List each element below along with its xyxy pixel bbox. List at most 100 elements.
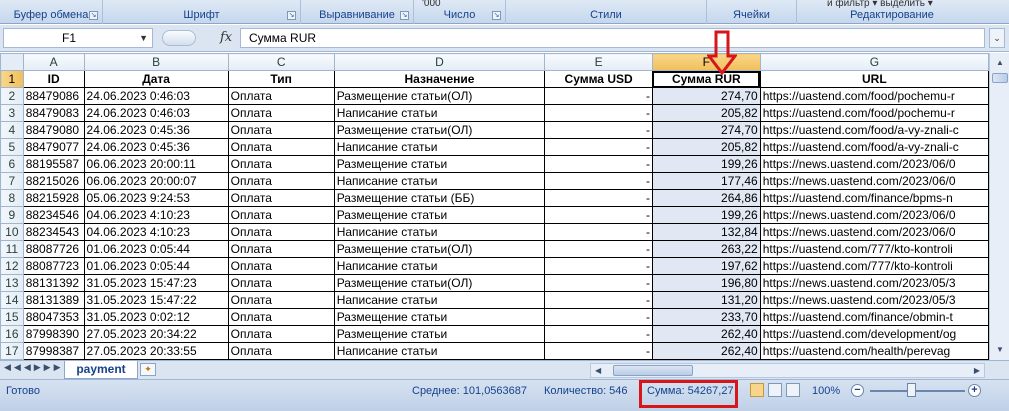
row-header[interactable]: 10 bbox=[0, 223, 24, 241]
table-cell[interactable]: https://uastend.com/finance/obmin-t bbox=[759, 308, 989, 326]
table-cell[interactable]: 27.05.2023 20:33:55 bbox=[83, 342, 229, 360]
table-cell[interactable]: https://news.uastend.com/2023/05/3 bbox=[759, 274, 989, 292]
header-cell[interactable]: ID bbox=[22, 70, 85, 88]
table-cell[interactable]: 01.06.2023 0:05:44 bbox=[83, 240, 229, 258]
table-cell[interactable]: https://news.uastend.com/2023/06/0 bbox=[759, 155, 989, 173]
table-cell[interactable]: 199,26 bbox=[651, 155, 761, 173]
table-cell[interactable]: - bbox=[544, 257, 653, 275]
insert-function-icon[interactable]: fx bbox=[220, 30, 232, 45]
row-header[interactable]: 7 bbox=[0, 172, 24, 190]
table-cell[interactable]: Оплата bbox=[227, 104, 335, 122]
table-cell[interactable]: - bbox=[544, 308, 653, 326]
header-cell[interactable]: Сумма USD bbox=[544, 70, 653, 88]
row-header[interactable]: 1 bbox=[0, 70, 24, 88]
sheet-tab-payment[interactable]: payment bbox=[64, 361, 138, 379]
table-cell[interactable]: Размещение статьи (ББ) bbox=[333, 189, 546, 207]
column-header[interactable]: B bbox=[83, 53, 229, 71]
table-cell[interactable]: Написание статьи bbox=[333, 104, 546, 122]
table-cell[interactable]: 88215026 bbox=[22, 172, 85, 190]
table-cell[interactable]: Написание статьи bbox=[333, 223, 546, 241]
table-cell[interactable]: Размещение статьи bbox=[333, 325, 546, 343]
row-header[interactable]: 17 bbox=[0, 342, 24, 360]
header-cell[interactable]: Дата bbox=[83, 70, 229, 88]
page-break-view-icon[interactable] bbox=[786, 383, 800, 397]
row-header[interactable]: 14 bbox=[0, 291, 24, 309]
row-header[interactable]: 15 bbox=[0, 308, 24, 326]
table-cell[interactable]: - bbox=[544, 138, 653, 156]
table-cell[interactable]: Оплата bbox=[227, 308, 335, 326]
table-cell[interactable]: 205,82 bbox=[651, 104, 761, 122]
table-cell[interactable]: 06.06.2023 20:00:11 bbox=[83, 155, 229, 173]
table-cell[interactable]: Написание статьи bbox=[333, 138, 546, 156]
table-cell[interactable]: https://news.uastend.com/2023/06/0 bbox=[759, 172, 989, 190]
table-cell[interactable]: 262,40 bbox=[651, 325, 761, 343]
table-cell[interactable]: Размещение статьи bbox=[333, 155, 546, 173]
table-cell[interactable]: Размещение статьи(ОЛ) bbox=[333, 87, 546, 105]
table-cell[interactable]: 132,84 bbox=[651, 223, 761, 241]
table-cell[interactable]: Написание статьи bbox=[333, 257, 546, 275]
table-cell[interactable]: 31.05.2023 15:47:23 bbox=[83, 274, 229, 292]
table-cell[interactable]: 06.06.2023 20:00:07 bbox=[83, 172, 229, 190]
table-cell[interactable]: Написание статьи bbox=[333, 342, 546, 360]
table-cell[interactable]: 88234546 bbox=[22, 206, 85, 224]
table-cell[interactable]: https://uastend.com/food/pochemu-r bbox=[759, 104, 989, 122]
table-cell[interactable]: Размещение статьи(ОЛ) bbox=[333, 121, 546, 139]
row-header[interactable]: 2 bbox=[0, 87, 24, 105]
table-cell[interactable]: - bbox=[544, 87, 653, 105]
table-cell[interactable]: - bbox=[544, 342, 653, 360]
table-cell[interactable]: Оплата bbox=[227, 291, 335, 309]
table-cell[interactable]: - bbox=[544, 274, 653, 292]
table-cell[interactable]: 263,22 bbox=[651, 240, 761, 258]
row-header[interactable]: 13 bbox=[0, 274, 24, 292]
insert-sheet-icon[interactable]: ✦ bbox=[140, 363, 156, 376]
table-cell[interactable]: 177,46 bbox=[651, 172, 761, 190]
row-header[interactable]: 8 bbox=[0, 189, 24, 207]
row-header[interactable]: 11 bbox=[0, 240, 24, 258]
table-cell[interactable]: Оплата bbox=[227, 138, 335, 156]
table-cell[interactable]: Написание статьи bbox=[333, 172, 546, 190]
column-header[interactable]: A bbox=[22, 53, 85, 71]
table-cell[interactable]: - bbox=[544, 223, 653, 241]
table-cell[interactable]: Оплата bbox=[227, 240, 335, 258]
table-cell[interactable]: - bbox=[544, 325, 653, 343]
table-cell[interactable]: 196,80 bbox=[651, 274, 761, 292]
scroll-left-icon[interactable]: ◀ bbox=[595, 364, 601, 377]
row-header[interactable]: 12 bbox=[0, 257, 24, 275]
table-cell[interactable]: Написание статьи bbox=[333, 291, 546, 309]
vertical-scrollbar[interactable]: ▲ ▼ bbox=[989, 53, 1009, 360]
table-cell[interactable]: 24.06.2023 0:45:36 bbox=[83, 121, 229, 139]
expand-formula-bar-icon[interactable]: ⌄ bbox=[989, 28, 1005, 48]
table-cell[interactable]: https://news.uastend.com/2023/06/0 bbox=[759, 223, 989, 241]
dialog-launcher-icon[interactable]: ↘ bbox=[287, 11, 296, 20]
table-cell[interactable]: https://news.uastend.com/2023/05/3 bbox=[759, 291, 989, 309]
table-cell[interactable]: 27.05.2023 20:34:22 bbox=[83, 325, 229, 343]
table-cell[interactable]: 88215928 bbox=[22, 189, 85, 207]
table-cell[interactable]: 04.06.2023 4:10:23 bbox=[83, 223, 229, 241]
table-cell[interactable]: 88087726 bbox=[22, 240, 85, 258]
table-cell[interactable]: 274,70 bbox=[651, 121, 761, 139]
scroll-right-icon[interactable]: ▶ bbox=[974, 364, 980, 377]
zoom-level[interactable]: 100% bbox=[812, 384, 840, 398]
column-header[interactable]: C bbox=[227, 53, 335, 71]
table-cell[interactable]: Размещение статьи bbox=[333, 206, 546, 224]
table-cell[interactable]: - bbox=[544, 121, 653, 139]
horizontal-scroll-thumb[interactable] bbox=[613, 365, 693, 376]
formula-bar-resize-handle[interactable] bbox=[162, 30, 196, 46]
header-cell[interactable]: Назначение bbox=[333, 70, 546, 88]
table-cell[interactable]: 264,86 bbox=[651, 189, 761, 207]
table-cell[interactable]: 31.05.2023 0:02:12 bbox=[83, 308, 229, 326]
table-cell[interactable]: 131,20 bbox=[651, 291, 761, 309]
table-cell[interactable]: Оплата bbox=[227, 257, 335, 275]
table-cell[interactable]: 274,70 bbox=[651, 87, 761, 105]
table-cell[interactable]: - bbox=[544, 291, 653, 309]
table-cell[interactable]: - bbox=[544, 104, 653, 122]
table-cell[interactable]: - bbox=[544, 189, 653, 207]
table-cell[interactable]: https://uastend.com/development/og bbox=[759, 325, 989, 343]
table-cell[interactable]: https://uastend.com/finance/bpms-n bbox=[759, 189, 989, 207]
table-cell[interactable]: 31.05.2023 15:47:22 bbox=[83, 291, 229, 309]
table-cell[interactable]: 88131392 bbox=[22, 274, 85, 292]
table-cell[interactable]: 233,70 bbox=[651, 308, 761, 326]
name-box[interactable]: F1 ▼ bbox=[3, 28, 153, 48]
table-cell[interactable]: 88087723 bbox=[22, 257, 85, 275]
chevron-down-icon[interactable]: ▼ bbox=[139, 29, 148, 47]
